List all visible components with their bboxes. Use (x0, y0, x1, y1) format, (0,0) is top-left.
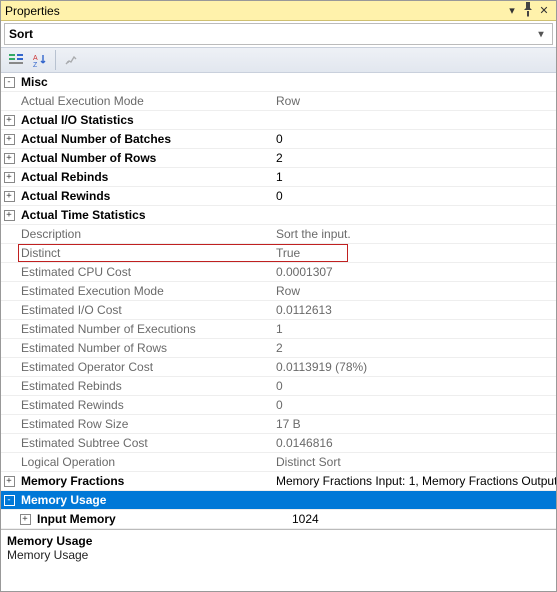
expander-icon[interactable]: - (4, 77, 15, 88)
property-name: Estimated Operator Cost (17, 360, 272, 374)
property-row[interactable]: Estimated Rebinds0 (1, 377, 556, 396)
property-grid[interactable]: -MiscActual Execution ModeRow+Actual I/O… (1, 73, 556, 529)
expander-icon[interactable]: + (4, 172, 15, 183)
property-name: Memory Usage (17, 493, 272, 507)
property-value: Row (272, 284, 556, 298)
property-name: Estimated Row Size (17, 417, 272, 431)
property-value: 1 (272, 322, 556, 336)
property-name: Description (17, 227, 272, 241)
property-value: Row (272, 94, 556, 108)
property-row[interactable]: Estimated CPU Cost0.0001307 (1, 263, 556, 282)
property-row[interactable]: Estimated Operator Cost0.0113919 (78%) (1, 358, 556, 377)
property-name: Actual Number of Batches (17, 132, 272, 146)
alphabetical-button[interactable]: A Z (29, 49, 51, 71)
property-value: 0.0146816 (272, 436, 556, 450)
property-value: 0.0001307 (272, 265, 556, 279)
panel-title: Properties (5, 4, 504, 18)
property-name: Estimated Rewinds (17, 398, 272, 412)
expander-icon[interactable]: + (4, 210, 15, 221)
property-value: 2 (272, 151, 556, 165)
toolbar-divider (55, 50, 56, 70)
property-value: 0 (272, 398, 556, 412)
property-name: Actual I/O Statistics (17, 113, 272, 127)
property-value: Memory Fractions Input: 1, Memory Fracti… (272, 474, 556, 488)
property-row[interactable]: Logical OperationDistinct Sort (1, 453, 556, 472)
property-value: 0 (272, 189, 556, 203)
expander-icon[interactable]: + (4, 115, 15, 126)
expander-icon[interactable]: + (4, 153, 15, 164)
property-row[interactable]: Estimated Rewinds0 (1, 396, 556, 415)
property-value: True (272, 246, 556, 260)
property-value: 17 B (272, 417, 556, 431)
property-row[interactable]: Estimated Row Size17 B (1, 415, 556, 434)
expander-icon[interactable]: + (4, 134, 15, 145)
property-row[interactable]: +Memory FractionsMemory Fractions Input:… (1, 472, 556, 491)
categorized-button[interactable] (5, 49, 27, 71)
autohide-pin-icon[interactable] (520, 1, 536, 20)
property-name: Distinct (17, 246, 272, 260)
dropdown-position-icon[interactable]: ▾ (504, 4, 520, 17)
property-row[interactable]: +Actual Number of Batches0 (1, 130, 556, 149)
property-name: Estimated Number of Rows (17, 341, 272, 355)
property-row[interactable]: DescriptionSort the input. (1, 225, 556, 244)
property-value: 0 (272, 379, 556, 393)
property-name: Estimated Subtree Cost (17, 436, 272, 450)
expander-icon[interactable]: + (4, 191, 15, 202)
property-value: Distinct Sort (272, 455, 556, 469)
property-row[interactable]: +Input Memory1024 (1, 510, 556, 529)
property-pages-button[interactable] (60, 49, 82, 71)
property-value: 0.0113919 (78%) (272, 360, 556, 374)
property-name: Actual Number of Rows (17, 151, 272, 165)
property-name: Actual Rewinds (17, 189, 272, 203)
property-name: Input Memory (33, 512, 288, 526)
description-body: Memory Usage (7, 548, 550, 562)
svg-text:Z: Z (33, 62, 38, 68)
close-icon[interactable]: ✕ (536, 4, 552, 17)
property-value: 0.0112613 (272, 303, 556, 317)
property-row[interactable]: Estimated Execution ModeRow (1, 282, 556, 301)
property-value: 1 (272, 170, 556, 184)
property-row[interactable]: Estimated Number of Rows2 (1, 339, 556, 358)
properties-toolbar: A Z (1, 47, 556, 73)
property-row[interactable]: +Actual Rewinds0 (1, 187, 556, 206)
property-name: Estimated I/O Cost (17, 303, 272, 317)
description-pane: Memory Usage Memory Usage (1, 529, 556, 583)
property-row[interactable]: +Actual Rebinds1 (1, 168, 556, 187)
property-row[interactable]: Estimated Number of Executions1 (1, 320, 556, 339)
category-row-misc[interactable]: -Misc (1, 73, 556, 92)
description-title: Memory Usage (7, 534, 550, 548)
expander-icon[interactable]: - (4, 495, 15, 506)
svg-text:A: A (33, 55, 38, 62)
property-value: 1024 (288, 512, 556, 526)
property-value: Sort the input. (272, 227, 556, 241)
property-name: Actual Execution Mode (17, 94, 272, 108)
property-name: Logical Operation (17, 455, 272, 469)
property-row[interactable]: +Actual I/O Statistics (1, 111, 556, 130)
chevron-down-icon[interactable]: ▾ (534, 29, 548, 40)
property-row[interactable]: Actual Execution ModeRow (1, 92, 556, 111)
property-row[interactable]: -Memory Usage (1, 491, 556, 510)
property-name: Actual Time Statistics (17, 208, 272, 222)
property-row[interactable]: +Actual Number of Rows2 (1, 149, 556, 168)
object-selector-value: Sort (9, 27, 534, 41)
property-value: 2 (272, 341, 556, 355)
object-selector[interactable]: Sort ▾ (4, 23, 553, 45)
property-row[interactable]: +Actual Time Statistics (1, 206, 556, 225)
property-name: Memory Fractions (17, 474, 272, 488)
property-name: Actual Rebinds (17, 170, 272, 184)
property-name: Estimated Execution Mode (17, 284, 272, 298)
property-row[interactable]: DistinctTrue (1, 244, 556, 263)
property-name: Estimated Number of Executions (17, 322, 272, 336)
property-name: Estimated Rebinds (17, 379, 272, 393)
expander-icon[interactable]: + (4, 476, 15, 487)
property-row[interactable]: Estimated Subtree Cost0.0146816 (1, 434, 556, 453)
category-label: Misc (17, 75, 272, 89)
property-row[interactable]: Estimated I/O Cost0.0112613 (1, 301, 556, 320)
property-value: 0 (272, 132, 556, 146)
expander-icon[interactable]: + (20, 514, 31, 525)
property-name: Estimated CPU Cost (17, 265, 272, 279)
